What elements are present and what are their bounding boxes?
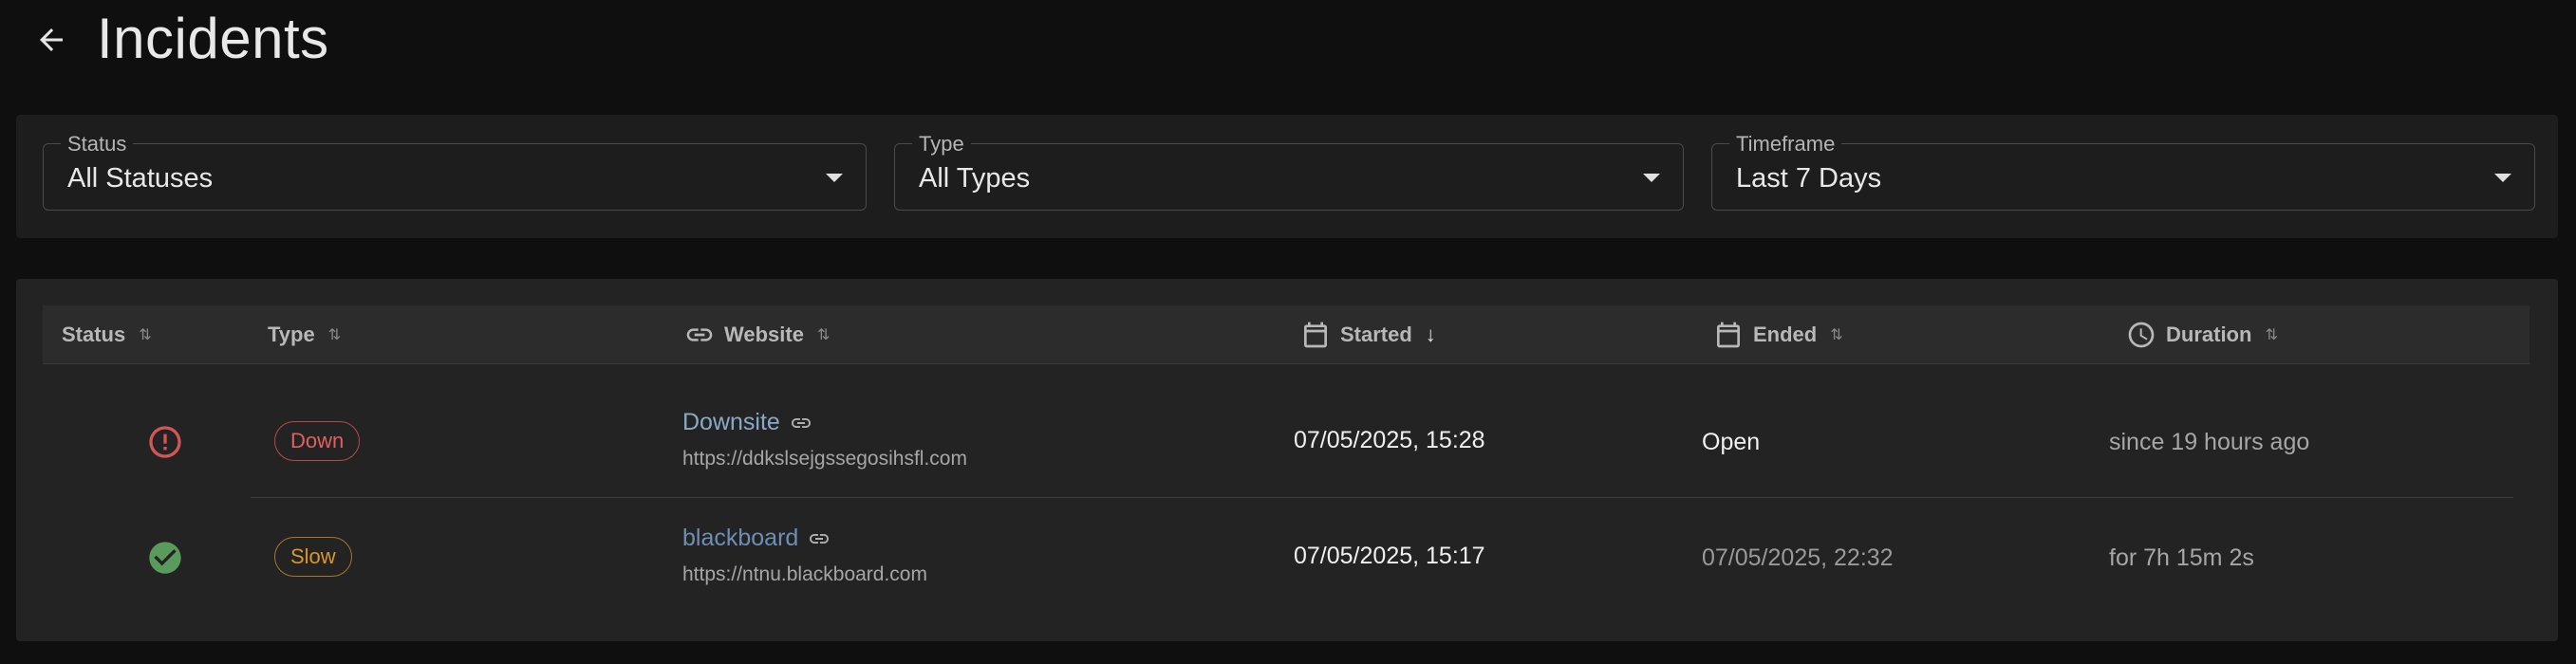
arrow-left-icon (40, 28, 63, 51)
type-filter-label: Type (912, 132, 971, 157)
duration-text: for 7h 15m 2s (2109, 544, 2254, 571)
incident-type-badge: Slow (274, 537, 352, 577)
caret-down-icon (826, 174, 843, 182)
incidents-table: Status ⇅ Type ⇅ Website ⇅ Started ↓ Ende… (16, 279, 2558, 641)
sort-icon: ⇅ (327, 327, 342, 343)
calendar-icon (1304, 322, 1327, 348)
timeframe-filter-value: Last 7 Days (1736, 163, 1882, 194)
started-time: 07/05/2025, 15:17 (1294, 543, 1485, 569)
website-url[interactable]: https://ddkslsejgssegosihsfl.com (682, 448, 967, 470)
timeframe-filter-label: Timeframe (1729, 132, 1842, 157)
incident-type-badge: Down (274, 421, 361, 461)
column-header-website[interactable]: Website ⇅ (684, 305, 830, 364)
timeframe-filter-select[interactable]: Timeframe Last 7 Days (1711, 132, 2535, 211)
clock-icon (2128, 322, 2155, 348)
column-label: Started (1340, 323, 1412, 346)
website-name: blackboard (682, 525, 799, 551)
website-name: Downsite (682, 409, 780, 435)
status-filter-label: Status (61, 132, 134, 157)
status-filter-value: All Statuses (67, 163, 214, 194)
sort-icon: ⇅ (1830, 327, 1843, 343)
ended-time: Open (1702, 429, 1761, 455)
website-url[interactable]: https://ntnu.blackboard.com (682, 563, 927, 586)
column-label: Status (62, 323, 126, 346)
check-circle-icon (146, 539, 184, 581)
website-link[interactable]: Downsite (682, 409, 812, 436)
sort-icon: ⇅ (816, 327, 831, 343)
page-title: Incidents (97, 7, 329, 70)
column-label: Type (268, 323, 315, 346)
arrow-down-icon: ↓ (1425, 323, 1436, 346)
duration-text: since 19 hours ago (2109, 429, 2310, 455)
column-header-duration[interactable]: Duration ⇅ (2126, 305, 2278, 364)
filter-panel: Status All Statuses Type All Types Timef… (16, 115, 2558, 238)
column-header-status[interactable]: Status ⇅ (62, 305, 152, 364)
type-filter-value: All Types (919, 163, 1031, 194)
ended-time: 07/05/2025, 22:32 (1702, 544, 1894, 571)
column-header-started[interactable]: Started ↓ (1300, 305, 1436, 364)
column-label: Website (724, 323, 804, 346)
table-header: Status ⇅ Type ⇅ Website ⇅ Started ↓ Ende… (43, 305, 2529, 364)
column-label: Ended (1753, 323, 1818, 346)
sort-icon: ⇅ (139, 327, 152, 343)
back-button[interactable] (28, 17, 74, 63)
row-divider (251, 497, 2513, 498)
column-label: Duration (2166, 323, 2252, 346)
link-icon (810, 533, 830, 544)
started-time: 07/05/2025, 15:28 (1294, 427, 1485, 453)
caret-down-icon (1643, 174, 1660, 182)
link-icon (791, 417, 811, 428)
page-header: Incidents (0, 0, 2576, 95)
type-filter-select[interactable]: Type All Types (894, 132, 1684, 211)
link-icon (686, 328, 713, 341)
sort-icon: ⇅ (2265, 327, 2278, 343)
error-status-icon (146, 423, 184, 466)
website-link[interactable]: blackboard (682, 525, 831, 552)
caret-down-icon (2494, 174, 2511, 182)
column-header-type[interactable]: Type ⇅ (268, 305, 341, 364)
column-header-ended[interactable]: Ended ⇅ (1713, 305, 1843, 364)
status-filter-select[interactable]: Status All Statuses (43, 132, 867, 211)
calendar-icon (1717, 322, 1740, 348)
